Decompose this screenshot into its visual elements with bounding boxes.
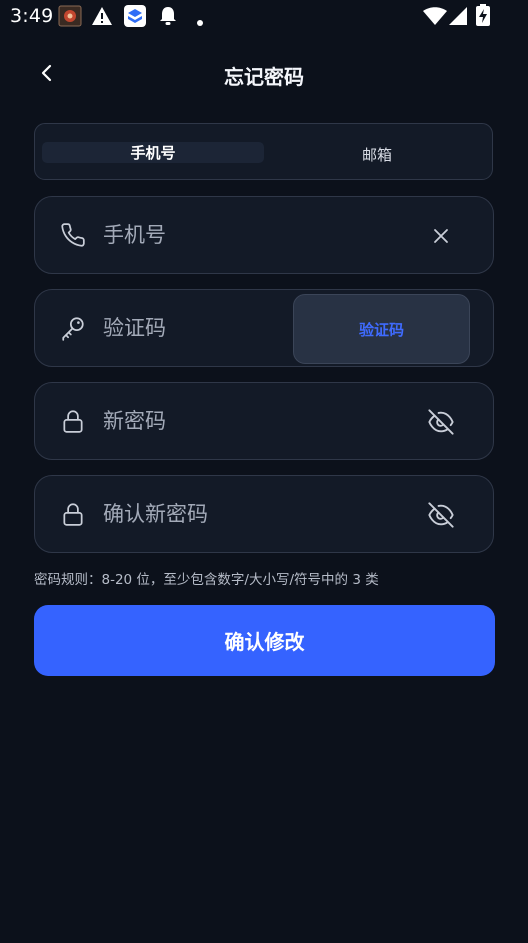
- confirm-password-input[interactable]: [103, 494, 403, 534]
- signal-icon: [449, 7, 467, 29]
- new-password-field: [34, 382, 494, 460]
- tab-email[interactable]: 邮箱: [266, 144, 488, 165]
- phone-input[interactable]: [103, 215, 403, 255]
- eye-off-icon[interactable]: [427, 408, 455, 436]
- lock-icon: [59, 500, 87, 528]
- eye-off-icon[interactable]: [427, 501, 455, 529]
- new-password-input[interactable]: [103, 401, 403, 441]
- tab-phone[interactable]: 手机号: [42, 142, 264, 163]
- code-input[interactable]: [103, 308, 283, 348]
- battery-charging-icon: [476, 4, 490, 30]
- confirm-change-button[interactable]: 确认修改: [34, 605, 495, 676]
- bell-icon: [158, 5, 178, 31]
- phone-field: [34, 196, 494, 274]
- key-icon: [59, 314, 87, 342]
- clear-icon[interactable]: [427, 222, 455, 250]
- login-method-tabs: 手机号 邮箱: [34, 123, 493, 180]
- app-store-icon: [124, 5, 146, 31]
- page-title: 忘记密码: [224, 65, 304, 89]
- lock-icon: [59, 407, 87, 435]
- dot-icon: [196, 12, 204, 31]
- confirm-password-field: [34, 475, 494, 553]
- status-bar: 3:49: [0, 0, 528, 32]
- send-code-button[interactable]: 验证码: [293, 294, 470, 364]
- status-time: 3:49: [10, 5, 54, 27]
- wifi-icon: [423, 7, 447, 29]
- phone-icon: [59, 221, 87, 249]
- app-notification-icon: [58, 5, 82, 31]
- password-rule-hint: 密码规则：8-20 位，至少包含数字/大小写/符号中的 3 类: [34, 572, 379, 588]
- warning-icon: [91, 6, 113, 30]
- code-field: 验证码: [34, 289, 494, 367]
